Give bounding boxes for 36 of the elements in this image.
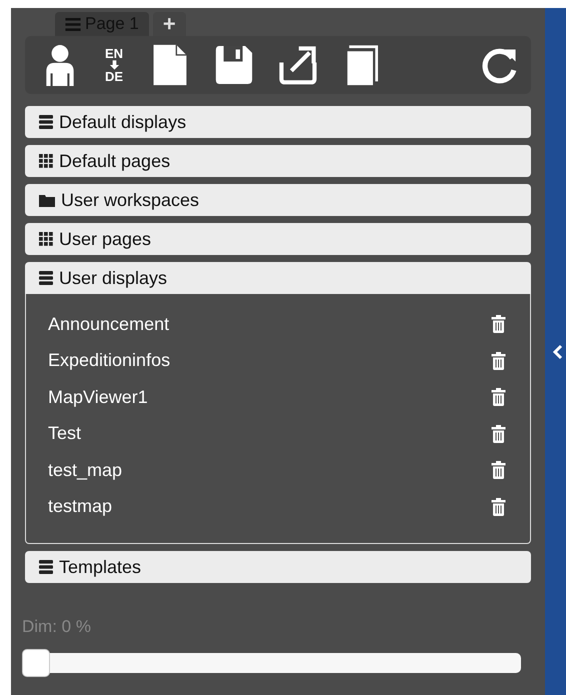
trash-icon[interactable] [491,388,506,406]
accordion-header[interactable]: Templates [25,551,531,583]
display-item[interactable]: Announcement [48,314,170,335]
dim-slider[interactable] [22,649,521,677]
list-icon [39,115,53,129]
accordion-header[interactable]: User pages [25,223,531,255]
trash-icon[interactable] [491,315,506,334]
page-tab[interactable]: + [152,12,186,36]
export-icon[interactable] [279,44,318,86]
refresh-icon[interactable] [481,46,519,84]
grid-icon [39,232,53,246]
accordion-header[interactable]: Default displays [25,106,531,138]
language-toggle[interactable]: EN DE [105,47,124,83]
accordion-header[interactable]: User workspaces [25,184,531,216]
trash-icon[interactable] [491,461,506,480]
display-item[interactable]: Expeditioninfos [48,350,170,372]
slider-thumb[interactable] [22,649,50,677]
dim-label: Dim: 0 % [22,617,92,637]
list-icon [39,560,53,574]
display-item[interactable]: Test [48,423,82,444]
display-item[interactable]: MapViewer1 [48,386,148,408]
arrow-down-icon [108,60,120,70]
accordion-header[interactable]: User displays [25,262,531,294]
chevron-left-icon[interactable] [553,344,563,360]
trash-icon[interactable] [491,498,506,516]
menu-icon [65,18,81,30]
display-item[interactable]: testmap [48,496,112,518]
save-icon[interactable] [215,44,254,86]
list-icon [39,271,53,285]
display-item[interactable]: test_map [48,460,122,481]
accordion-header[interactable]: Default pages [25,145,531,177]
trash-icon[interactable] [491,352,506,370]
trash-icon[interactable] [491,424,506,443]
grid-icon [39,154,53,168]
folder-icon [39,193,55,207]
new-file-icon[interactable] [151,44,190,86]
